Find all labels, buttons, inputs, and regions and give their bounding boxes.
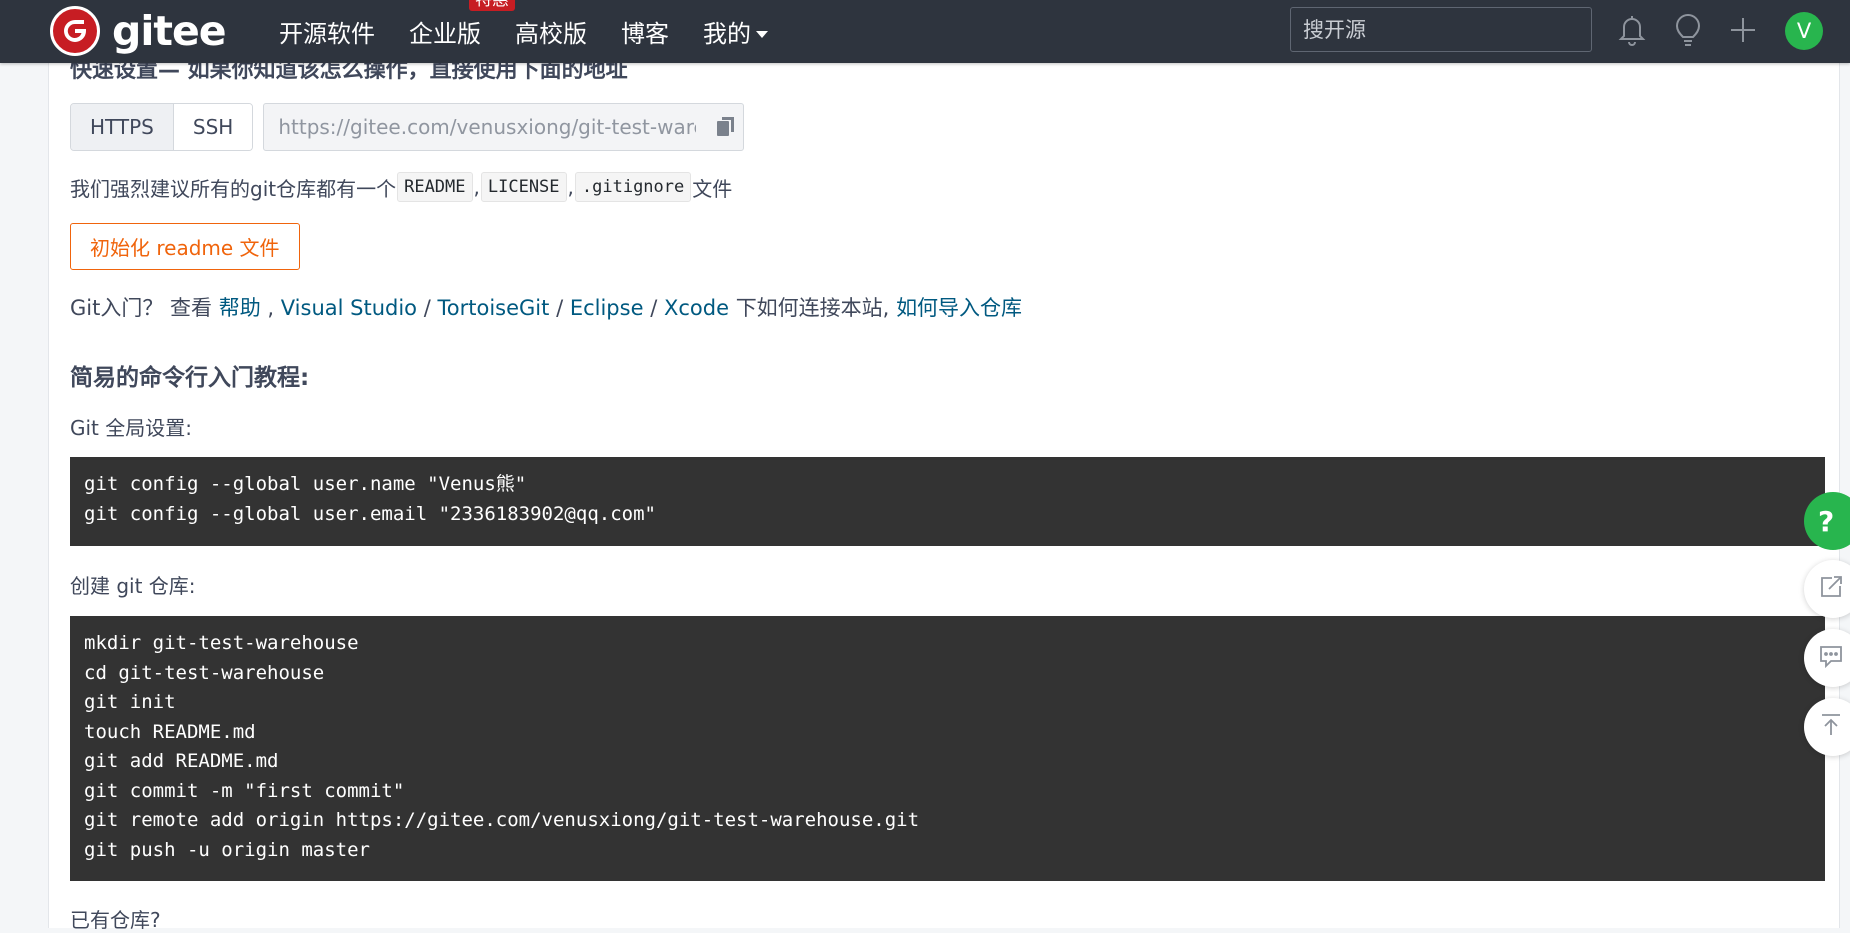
comment-icon (1818, 643, 1844, 673)
clone-url-group (263, 103, 745, 151)
top-navbar: gitee 开源软件 企业版 特惠 高校版 博客 我的 V (0, 0, 1850, 63)
license-chip: LICENSE (480, 172, 567, 202)
readme-chip: README (397, 172, 473, 202)
create-repo-code: mkdir git-test-warehouse cd git-test-war… (70, 616, 1825, 881)
separator: / (650, 296, 658, 320)
nav-enterprise-label: 企业版 (409, 20, 481, 48)
question-icon: ? (1818, 504, 1835, 538)
lightbulb-icon[interactable] (1668, 10, 1708, 50)
chevron-down-icon (756, 31, 768, 38)
code-line: git remote add origin https://gitee.com/… (84, 809, 920, 831)
gitignore-chip: .gitignore (574, 172, 692, 202)
suggestion-text: 我们强烈建议所有的git仓库都有一个 (70, 176, 397, 201)
bell-icon[interactable] (1612, 10, 1652, 50)
tortoisegit-link[interactable]: TortoiseGit (438, 296, 550, 320)
search-input[interactable] (1290, 7, 1592, 52)
main-nav: 开源软件 企业版 特惠 高校版 博客 我的 (262, 0, 785, 63)
global-settings-label: Git 全局设置: (70, 416, 192, 440)
help-middle-text: 下如何连接本站, (735, 296, 890, 320)
tutorial-title: 简易的命令行入门教程: (70, 365, 310, 391)
user-avatar[interactable]: V (1785, 12, 1823, 50)
code-line: mkdir git-test-warehouse (84, 632, 359, 654)
help-link[interactable]: 帮助 (219, 296, 261, 320)
promo-badge: 特惠 (469, 0, 515, 11)
nav-mine-label: 我的 (703, 20, 751, 48)
help-prefix: Git入门？ 查看 (70, 296, 213, 320)
separator: / (556, 296, 564, 320)
code-line: git config --global user.email "23361839… (84, 502, 656, 525)
code-line: git push -u origin master (84, 838, 370, 861)
file-suggestion: 我们强烈建议所有的git仓库都有一个 README , LICENSE , .g… (70, 172, 732, 202)
gitee-logo[interactable]: gitee (50, 6, 227, 56)
nav-blog[interactable]: 博客 (621, 14, 669, 49)
code-line: git config --global user.name "Venus熊" (84, 473, 527, 495)
plus-icon[interactable] (1723, 10, 1763, 50)
ssh-button[interactable]: SSH (173, 104, 253, 150)
visual-studio-link[interactable]: Visual Studio (281, 296, 417, 320)
separator: , (567, 175, 574, 199)
nav-enterprise[interactable]: 企业版 特惠 (409, 0, 515, 49)
nav-education[interactable]: 高校版 (515, 14, 587, 49)
copy-icon[interactable] (710, 110, 744, 144)
xcode-link[interactable]: Xcode (664, 296, 729, 320)
https-button[interactable]: HTTPS (71, 104, 174, 150)
code-line: cd git-test-warehouse (84, 661, 325, 684)
clone-url-row: HTTPS SSH (70, 103, 745, 151)
eclipse-link[interactable]: Eclipse (570, 296, 644, 320)
global-config-code: git config --global user.name "Venus熊" g… (70, 457, 1825, 546)
gitee-logo-text: gitee (112, 7, 227, 55)
nav-mine[interactable]: 我的 (703, 14, 768, 49)
nav-open-source[interactable]: 开源软件 (279, 14, 375, 49)
git-help-line: Git入门？ 查看 帮助 , Visual Studio / TortoiseG… (70, 292, 1022, 322)
code-line: git add README.md (84, 750, 279, 772)
suggestion-suffix: 文件 (692, 176, 733, 201)
create-repo-label: 创建 git 仓库: (70, 574, 196, 598)
protocol-toggle: HTTPS SSH (70, 103, 254, 151)
code-line: touch README.md (84, 720, 256, 743)
share-icon (1818, 574, 1844, 604)
arrow-up-icon (1818, 712, 1844, 742)
clone-url-input[interactable] (264, 105, 710, 149)
init-readme-button[interactable]: 初始化 readme 文件 (70, 223, 300, 270)
gitee-logo-icon (50, 6, 100, 56)
repo-empty-page: 快速设置— 如果你知道该怎么操作，直接使用下面的地址 HTTPS SSH 我们强… (48, 0, 1840, 932)
import-repo-link[interactable]: 如何导入仓库 (896, 296, 1022, 320)
code-line: git init (84, 691, 176, 713)
separator: / (423, 296, 431, 320)
existing-repo-label: 已有仓库? (70, 908, 161, 932)
separator: , (267, 296, 275, 320)
code-line: git commit -m "first commit" (84, 779, 405, 802)
separator: , (473, 175, 480, 199)
